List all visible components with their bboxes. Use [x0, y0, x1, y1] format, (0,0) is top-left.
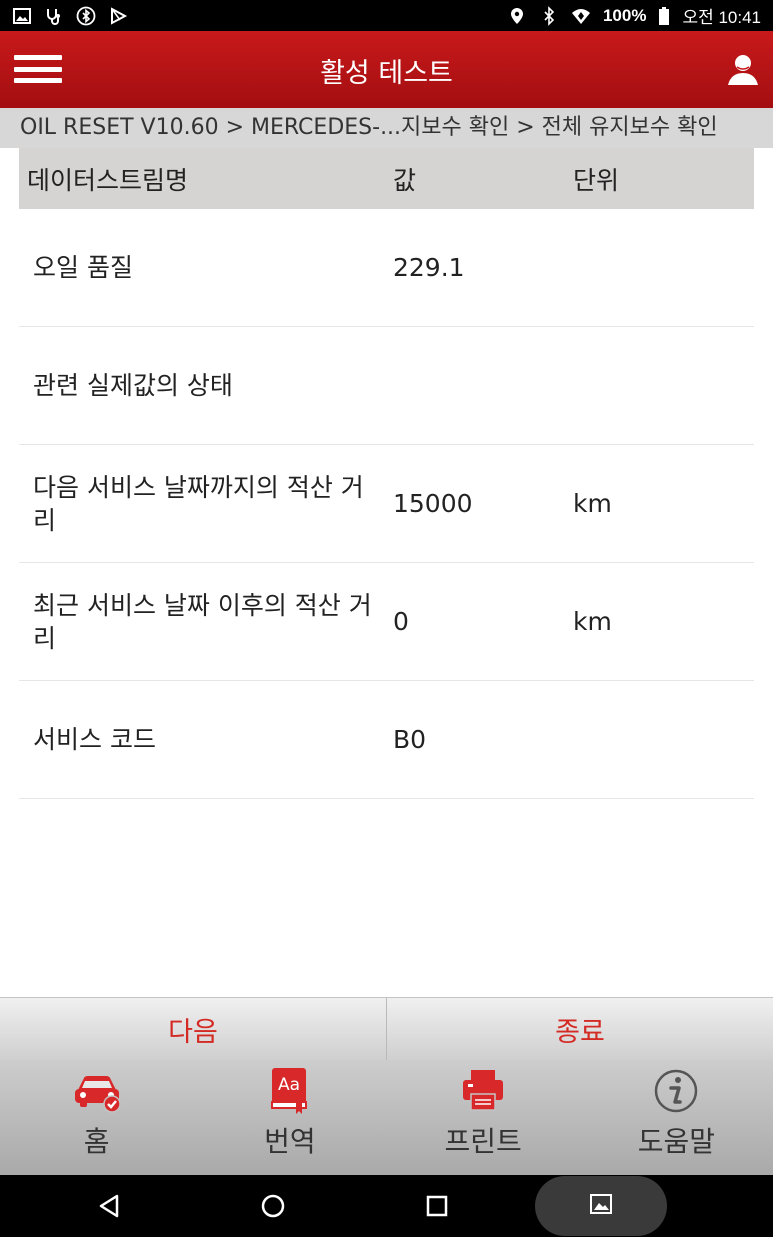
play-store-icon — [108, 6, 128, 26]
user-icon[interactable] — [723, 49, 763, 89]
back-icon[interactable] — [94, 1191, 124, 1221]
row-name: 서비스 코드 — [33, 725, 156, 754]
table-row[interactable]: 다음 서비스 날짜까지의 적산 거리 15000 km — [19, 445, 754, 563]
printer-icon — [456, 1064, 510, 1118]
status-right-icons: 100% 오전 10:41 — [507, 3, 761, 28]
data-stream-table: 데이터스트림명 값 단위 오일 품질 229.1 관련 실제값의 상태 다음 서… — [19, 148, 754, 799]
exit-button[interactable]: 종료 — [386, 998, 773, 1060]
row-value: 0 — [393, 607, 409, 636]
nav-home-label: 홈 — [83, 1125, 110, 1158]
row-value: 15000 — [393, 489, 473, 518]
gallery-icon — [12, 6, 32, 26]
bluetooth-circle-icon — [76, 6, 96, 26]
table-row[interactable]: 관련 실제값의 상태 — [19, 327, 754, 445]
nav-translate[interactable]: Aa 번역 — [193, 1060, 386, 1175]
app-bar: 활성 테스트 — [0, 31, 773, 108]
header-value: 값 — [393, 165, 417, 195]
row-name: 오일 품질 — [33, 253, 133, 282]
table-row[interactable]: 최근 서비스 날짜 이후의 적산 거리 0 km — [19, 563, 754, 681]
nav-translate-label: 번역 — [264, 1125, 316, 1158]
status-time: 오전 10:41 — [682, 8, 761, 27]
row-name: 다음 서비스 날짜까지의 적산 거리 — [33, 472, 364, 535]
location-icon — [507, 6, 527, 26]
battery-icon — [658, 6, 670, 26]
svg-text:Aa: Aa — [278, 1075, 300, 1095]
header-unit: 단위 — [573, 165, 620, 195]
battery-percentage: 100% — [602, 5, 647, 25]
info-icon — [649, 1064, 703, 1118]
table-header: 데이터스트림명 값 단위 — [19, 148, 754, 209]
screenshot-button[interactable] — [535, 1176, 667, 1236]
row-unit: km — [573, 607, 612, 636]
nav-help[interactable]: 도움말 — [580, 1060, 773, 1175]
row-unit: km — [573, 489, 612, 518]
nav-print[interactable]: 프린트 — [387, 1060, 580, 1175]
table-row[interactable]: 서비스 코드 B0 — [19, 681, 754, 799]
nav-help-label: 도움말 — [637, 1125, 716, 1158]
status-bar: 100% 오전 10:41 — [0, 0, 773, 31]
wifi-icon — [571, 6, 591, 26]
nav-home[interactable]: 홈 — [0, 1060, 193, 1175]
next-button[interactable]: 다음 — [0, 998, 386, 1060]
bluetooth-icon — [539, 5, 559, 26]
status-left-icons — [12, 6, 128, 26]
header-name: 데이터스트림명 — [27, 165, 189, 195]
row-name: 최근 서비스 날짜 이후의 적산 거리 — [33, 590, 372, 653]
screenshot-icon — [589, 1192, 613, 1220]
recent-apps-icon[interactable] — [422, 1191, 452, 1221]
stethoscope-icon — [44, 6, 64, 26]
translate-book-icon: Aa — [263, 1064, 317, 1118]
row-value: B0 — [393, 725, 427, 754]
row-name: 관련 실제값의 상태 — [33, 371, 233, 400]
home-circle-icon[interactable] — [258, 1191, 288, 1221]
row-value: 229.1 — [393, 253, 465, 282]
page-title: 활성 테스트 — [320, 58, 453, 89]
action-bar: 다음 종료 — [0, 997, 773, 1060]
table-row[interactable]: 오일 품질 229.1 — [19, 209, 754, 327]
nav-print-label: 프린트 — [444, 1125, 522, 1158]
bottom-nav: 홈 Aa 번역 프린트 도움말 — [0, 1060, 773, 1175]
breadcrumb: OIL RESET V10.60 > MERCEDES-...지보수 확인 > … — [0, 108, 773, 148]
system-nav-bar — [0, 1175, 773, 1237]
car-check-icon — [70, 1064, 124, 1118]
